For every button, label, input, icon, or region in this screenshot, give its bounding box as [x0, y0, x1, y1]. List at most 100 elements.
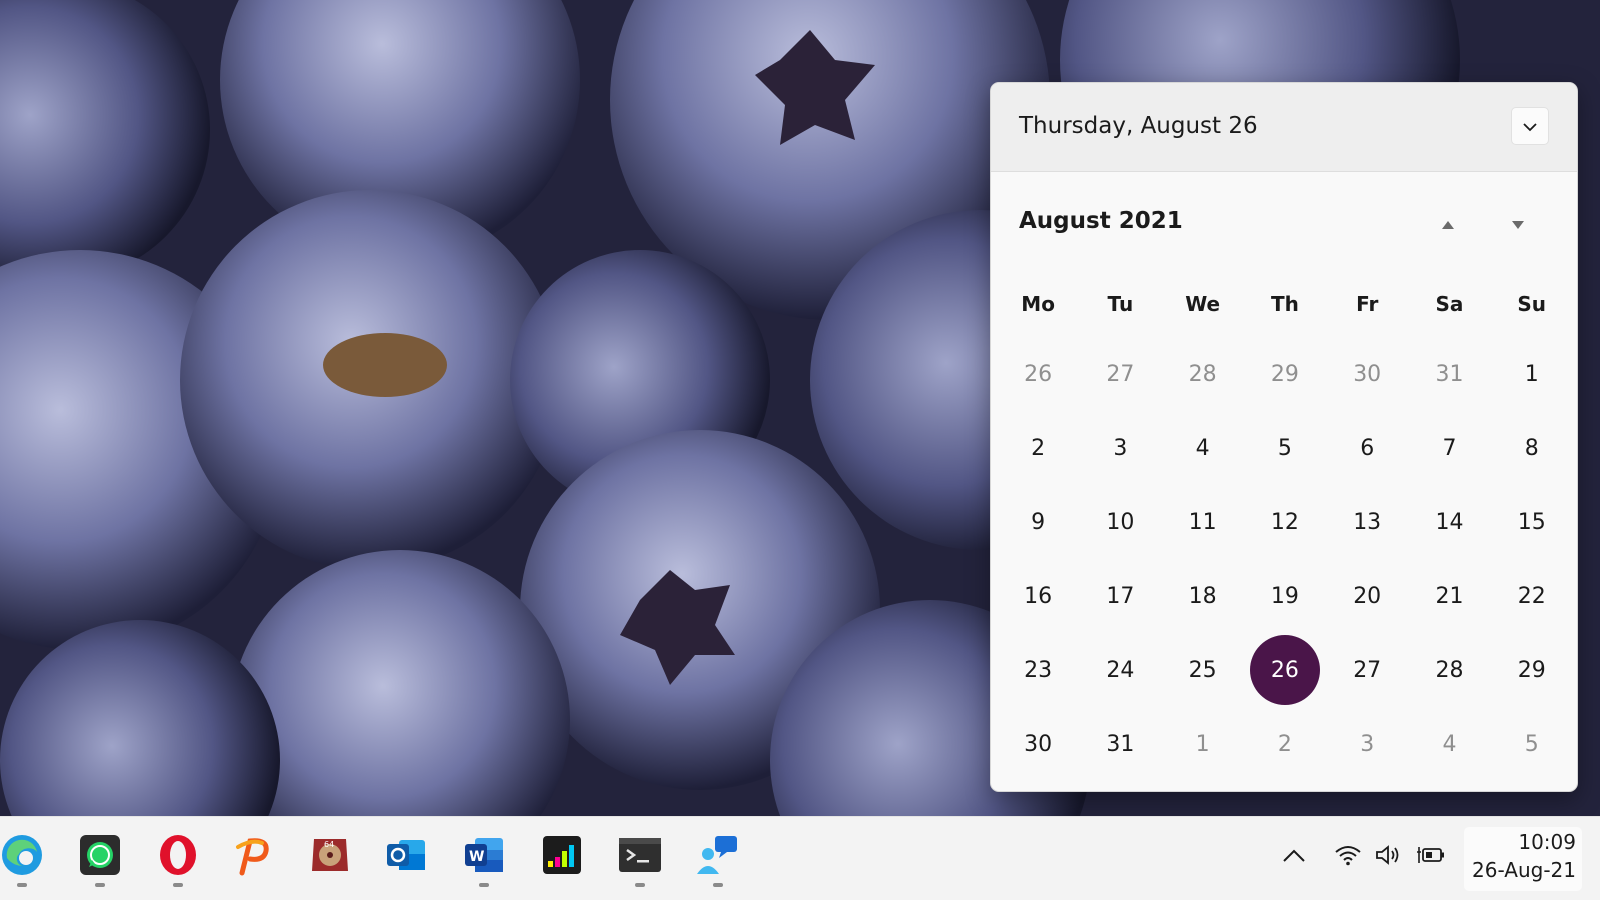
- weekday-label: Mo: [1021, 292, 1055, 316]
- calendar-day-number: 21: [1435, 583, 1464, 609]
- outlook-icon: [383, 832, 429, 882]
- taskbar-app-deezer[interactable]: [530, 825, 594, 889]
- collapse-calendar-button[interactable]: [1511, 107, 1549, 145]
- running-indicator: [479, 883, 489, 887]
- running-indicator: [17, 883, 27, 887]
- calendar-day-number: 3: [1113, 435, 1128, 461]
- taskbar-app-p[interactable]: [222, 825, 286, 889]
- calendar-day[interactable]: 10: [1079, 485, 1161, 559]
- calendar-day[interactable]: 19: [1244, 559, 1326, 633]
- calendar-day[interactable]: 18: [1162, 559, 1244, 633]
- calendar-day[interactable]: 2: [997, 411, 1079, 485]
- svg-text:64: 64: [324, 840, 334, 849]
- month-year-label[interactable]: August 2021: [1019, 208, 1183, 234]
- calendar-day[interactable]: 22: [1491, 559, 1573, 633]
- calendar-day[interactable]: 30: [1326, 337, 1408, 411]
- taskbar-app-word[interactable]: W: [452, 825, 516, 889]
- chevron-down-icon: [1522, 117, 1538, 136]
- calendar-day[interactable]: 30: [997, 707, 1079, 781]
- calendar-day[interactable]: 28: [1162, 337, 1244, 411]
- calendar-day-number: 18: [1188, 583, 1217, 609]
- calendar-day-number: 28: [1435, 657, 1464, 683]
- taskbar-app-opera[interactable]: [146, 825, 210, 889]
- calendar-day[interactable]: 31: [1079, 707, 1161, 781]
- calendar-day-number: 20: [1353, 583, 1382, 609]
- calendar-day-number: 27: [1106, 361, 1135, 387]
- calendar-day[interactable]: 12: [1244, 485, 1326, 559]
- calendar-day[interactable]: 25: [1162, 633, 1244, 707]
- calendar-day-number: 31: [1435, 361, 1464, 387]
- calendar-grid: Mo Tu We Th Fr Sa Su 26 27 28 29 30 31 1 2 3 4 5 6 7…: [997, 271, 1573, 781]
- calendar-week-row: 2 3 4 5 6 7 8: [997, 411, 1573, 485]
- taskbar-clock[interactable]: 10:09 26-Aug-21: [1464, 827, 1582, 891]
- taskbar-app-outlook[interactable]: [374, 825, 438, 889]
- calendar-day-number: 28: [1188, 361, 1217, 387]
- calendar-day-number: 11: [1188, 509, 1217, 535]
- calendar-day[interactable]: 24: [1079, 633, 1161, 707]
- calendar-day-number: 19: [1270, 583, 1299, 609]
- calendar-day-number: 1: [1524, 361, 1539, 387]
- calendar-day[interactable]: 1: [1162, 707, 1244, 781]
- triangle-up-icon: [1441, 215, 1455, 234]
- calendar-day[interactable]: 14: [1408, 485, 1490, 559]
- calendar-day-number: 22: [1517, 583, 1546, 609]
- calendar-day-number: 29: [1517, 657, 1546, 683]
- volume-button[interactable]: [1370, 837, 1406, 877]
- taskbar-app-feedback[interactable]: [686, 825, 750, 889]
- calendar-day[interactable]: 27: [1079, 337, 1161, 411]
- network-button[interactable]: [1330, 837, 1366, 877]
- calendar-day[interactable]: 16: [997, 559, 1079, 633]
- calendar-day[interactable]: 4: [1408, 707, 1490, 781]
- calendar-day[interactable]: 1: [1491, 337, 1573, 411]
- calendar-day[interactable]: 28: [1408, 633, 1490, 707]
- calendar-day-number: 6: [1360, 435, 1375, 461]
- clock-date: 26-Aug-21: [1472, 858, 1576, 882]
- calendar-day[interactable]: 13: [1326, 485, 1408, 559]
- show-hidden-icons-button[interactable]: [1276, 837, 1312, 877]
- calendar-day[interactable]: 9: [997, 485, 1079, 559]
- calendar-day-number: 7: [1442, 435, 1457, 461]
- battery-button[interactable]: [1414, 837, 1450, 877]
- month-navigation: August 2021: [991, 172, 1577, 272]
- word-icon: W: [461, 832, 507, 882]
- current-date-label: Thursday, August 26: [1019, 113, 1258, 139]
- taskbar-app-whatsapp[interactable]: [68, 825, 132, 889]
- calendar-header: Thursday, August 26: [991, 83, 1577, 172]
- calendar-day[interactable]: 2: [1244, 707, 1326, 781]
- calendar-day[interactable]: 3: [1326, 707, 1408, 781]
- calendar-day-number: 15: [1517, 509, 1546, 535]
- calendar-day-number: 10: [1106, 509, 1135, 535]
- cd-64-icon: 64: [308, 833, 352, 881]
- calendar-day-number: 26: [1249, 635, 1320, 705]
- calendar-day[interactable]: 11: [1162, 485, 1244, 559]
- calendar-day[interactable]: 29: [1244, 337, 1326, 411]
- calendar-day[interactable]: 29: [1491, 633, 1573, 707]
- calendar-day[interactable]: 15: [1491, 485, 1573, 559]
- chevron-up-icon: [1282, 848, 1306, 867]
- weekday-label: Su: [1517, 292, 1547, 316]
- calendar-day[interactable]: 27: [1326, 633, 1408, 707]
- calendar-day[interactable]: 4: [1162, 411, 1244, 485]
- calendar-day[interactable]: 26: [997, 337, 1079, 411]
- taskbar-app-terminal[interactable]: [608, 825, 672, 889]
- calendar-day[interactable]: 5: [1491, 707, 1573, 781]
- calendar-day[interactable]: 6: [1326, 411, 1408, 485]
- opera-icon: [156, 833, 200, 881]
- previous-month-button[interactable]: [1434, 210, 1462, 238]
- calendar-day[interactable]: 8: [1491, 411, 1573, 485]
- calendar-day[interactable]: 21: [1408, 559, 1490, 633]
- calendar-day-number: 5: [1524, 731, 1539, 757]
- calendar-day[interactable]: 17: [1079, 559, 1161, 633]
- calendar-week-row: 26 27 28 29 30 31 1: [997, 337, 1573, 411]
- calendar-day[interactable]: 20: [1326, 559, 1408, 633]
- next-month-button[interactable]: [1504, 210, 1532, 238]
- calendar-day[interactable]: 3: [1079, 411, 1161, 485]
- calendar-day[interactable]: 23: [997, 633, 1079, 707]
- calendar-day[interactable]: 7: [1408, 411, 1490, 485]
- taskbar-app-64[interactable]: 64: [298, 825, 362, 889]
- calendar-day-number: 30: [1024, 731, 1053, 757]
- calendar-day[interactable]: 5: [1244, 411, 1326, 485]
- calendar-day[interactable]: 31: [1408, 337, 1490, 411]
- taskbar-app-edge[interactable]: [0, 825, 54, 889]
- calendar-day-today[interactable]: 26: [1244, 633, 1326, 707]
